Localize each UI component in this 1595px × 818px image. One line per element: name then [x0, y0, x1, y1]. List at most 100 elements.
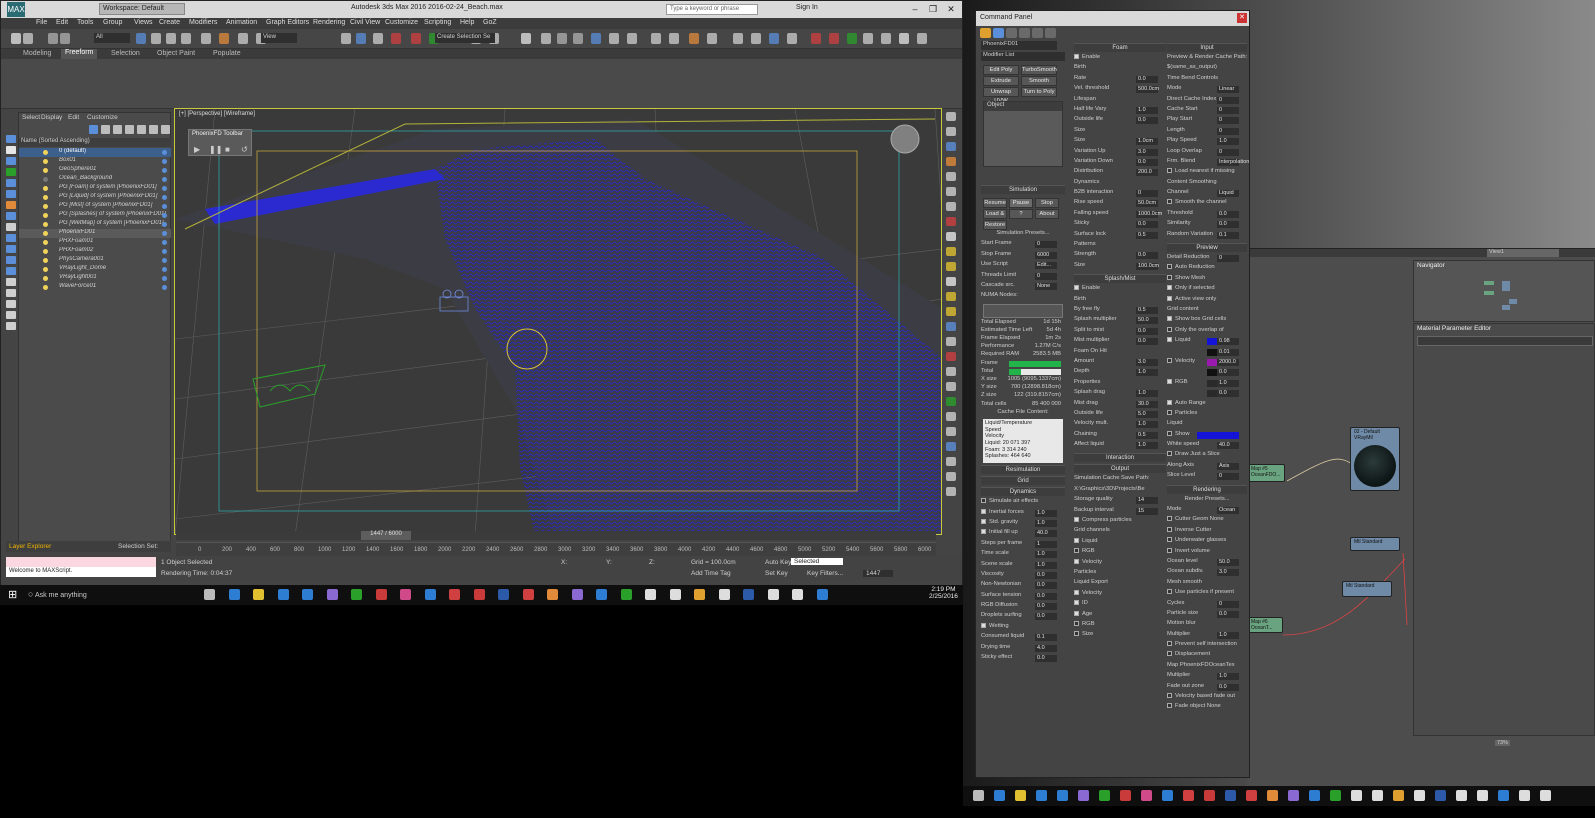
taskbar-app-icon[interactable]	[1309, 790, 1320, 801]
scene-tool-icon[interactable]	[125, 125, 134, 134]
toolbar-tool-icon[interactable]	[899, 33, 909, 44]
param-value[interactable]: 0.0	[1217, 683, 1239, 691]
param-value[interactable]: 0.0	[1035, 592, 1057, 600]
param-value[interactable]: 0	[1217, 127, 1239, 135]
menu-item[interactable]: Animation	[226, 19, 257, 26]
checkbox[interactable]	[981, 518, 986, 524]
sim-button[interactable]: About	[1035, 209, 1059, 219]
resimulation-rollout[interactable]: Resimulation	[981, 465, 1065, 475]
modifier-list-dropdown[interactable]: Modifier List	[981, 52, 1065, 61]
menu-item[interactable]: Rendering	[313, 19, 345, 26]
modifier-button[interactable]: Turn to Poly	[1021, 87, 1057, 97]
toolbar-tool-icon[interactable]	[881, 33, 891, 44]
taskbar-app-icon[interactable]	[1477, 790, 1488, 801]
checkbox[interactable]	[1074, 54, 1079, 59]
lightbulb-icon[interactable]	[43, 240, 48, 245]
phoenix-shelf-icon[interactable]	[946, 262, 956, 271]
param-value[interactable]: 0	[1217, 255, 1239, 263]
scene-filter-icon[interactable]	[6, 168, 16, 176]
scene-tool-icon[interactable]	[101, 125, 110, 134]
checkbox[interactable]	[1167, 526, 1172, 532]
modifier-button[interactable]: TurboSmooth	[1021, 65, 1057, 75]
scene-tool-icon[interactable]	[113, 125, 122, 134]
taskbar-app-icon[interactable]	[1141, 790, 1152, 801]
preview-rollout[interactable]: Preview	[1167, 243, 1247, 253]
input-rollout[interactable]: Input	[1167, 43, 1247, 52]
param-value[interactable]: 0.0	[1136, 221, 1158, 229]
param-value[interactable]: 40.0	[1217, 442, 1239, 450]
param-value[interactable]: 0.5	[1136, 231, 1158, 239]
menu-item[interactable]: Modifiers	[189, 19, 217, 26]
phoenix-shelf-icon[interactable]	[946, 202, 956, 211]
modifier-stack[interactable]: Object	[983, 101, 1063, 167]
selection-filter-dropdown[interactable]: All	[94, 33, 130, 43]
checkbox[interactable]	[1167, 264, 1172, 270]
toolbar-tool-icon[interactable]	[863, 33, 873, 44]
param-value[interactable]: 1.0	[1035, 519, 1057, 527]
render-presets-button[interactable]: Render Presets...	[1167, 496, 1247, 506]
ribbon-tab[interactable]: Freeform	[61, 49, 98, 59]
stop-icon[interactable]: ■	[225, 145, 230, 154]
pause-icon[interactable]: ❚❚	[209, 145, 222, 154]
simulation-rollout[interactable]: Simulation	[981, 185, 1065, 194]
taskbar-app-icon[interactable]	[620, 589, 632, 600]
taskbar-app-icon[interactable]	[571, 589, 583, 600]
checkbox[interactable]	[1167, 326, 1172, 332]
scene-menu-item[interactable]: Display	[41, 114, 62, 121]
freeze-icon[interactable]	[162, 258, 167, 263]
current-frame-field[interactable]: 1447	[863, 570, 893, 577]
param-value[interactable]: 1.0	[1136, 421, 1158, 429]
checkbox[interactable]	[1167, 589, 1172, 595]
phoenix-shelf-icon[interactable]	[946, 427, 956, 436]
checkbox[interactable]	[1167, 399, 1172, 405]
scene-filter-icon[interactable]	[6, 157, 16, 165]
taskbar-app-icon[interactable]	[1540, 790, 1551, 801]
toolbar-tool-icon[interactable]	[201, 33, 211, 44]
lightbulb-icon[interactable]	[43, 285, 48, 290]
lightbulb-icon[interactable]	[43, 195, 48, 200]
taskbar-app-icon[interactable]	[1456, 790, 1467, 801]
param-value[interactable]: 1.0	[1136, 369, 1158, 377]
freeze-icon[interactable]	[162, 276, 167, 281]
checkbox[interactable]	[981, 622, 986, 628]
toolbar-tool-icon[interactable]	[811, 33, 821, 44]
object-name-field[interactable]: PhoenixFD01	[981, 41, 1057, 50]
node-standard-2[interactable]: Mtl Standard	[1342, 581, 1392, 597]
checkbox[interactable]	[1074, 558, 1079, 564]
taskbar-app-icon[interactable]	[473, 589, 485, 600]
scene-filter-icon[interactable]	[6, 245, 16, 253]
splash-rollout[interactable]: Splash/Mist	[1074, 274, 1166, 284]
display-tab-icon[interactable]	[1032, 28, 1043, 38]
param-value[interactable]: 0.0	[1136, 252, 1158, 260]
checkbox[interactable]	[1167, 516, 1172, 522]
node-ocean-tex[interactable]: Map #6 OceanT...	[1247, 617, 1283, 633]
checkbox[interactable]	[1167, 316, 1172, 322]
param-value[interactable]: 0.0	[1217, 210, 1239, 218]
phoenix-shelf-icon[interactable]	[946, 397, 956, 406]
toolbar-tool-icon[interactable]	[627, 33, 637, 44]
rendering-rollout[interactable]: Rendering	[1167, 484, 1247, 494]
taskbar-app-icon[interactable]	[449, 589, 460, 600]
toolbar-tool-icon[interactable]	[391, 33, 401, 44]
toolbar-tool-icon[interactable]	[769, 33, 779, 44]
taskbar-app-icon[interactable]	[253, 589, 264, 600]
freeze-icon[interactable]	[162, 213, 167, 218]
color-swatch[interactable]	[1207, 348, 1217, 356]
taskbar-app-icon[interactable]	[498, 589, 509, 600]
toolbar-tool-icon[interactable]	[669, 33, 679, 44]
taskbar-app-icon[interactable]	[973, 790, 984, 801]
param-value[interactable]: 50.0	[1136, 317, 1158, 325]
scene-item[interactable]: PG [Foam] of system [PhoenixFD01]	[19, 184, 171, 193]
taskbar-app-icon[interactable]	[1204, 790, 1215, 801]
checkbox[interactable]	[1167, 409, 1172, 415]
scene-item[interactable]: GeoSphere01	[19, 166, 171, 175]
taskbar-app-icon[interactable]	[400, 589, 411, 600]
taskbar-app-icon[interactable]	[1267, 790, 1278, 801]
checkbox[interactable]	[1167, 693, 1172, 699]
create-tab-icon[interactable]	[980, 28, 991, 38]
taskbar-app-icon[interactable]	[994, 790, 1005, 801]
toolbar-tool-icon[interactable]	[341, 33, 351, 44]
checkbox[interactable]	[1167, 430, 1172, 436]
slate-view-tab[interactable]: View1	[1487, 249, 1559, 257]
param-value[interactable]: 0	[1217, 473, 1239, 481]
